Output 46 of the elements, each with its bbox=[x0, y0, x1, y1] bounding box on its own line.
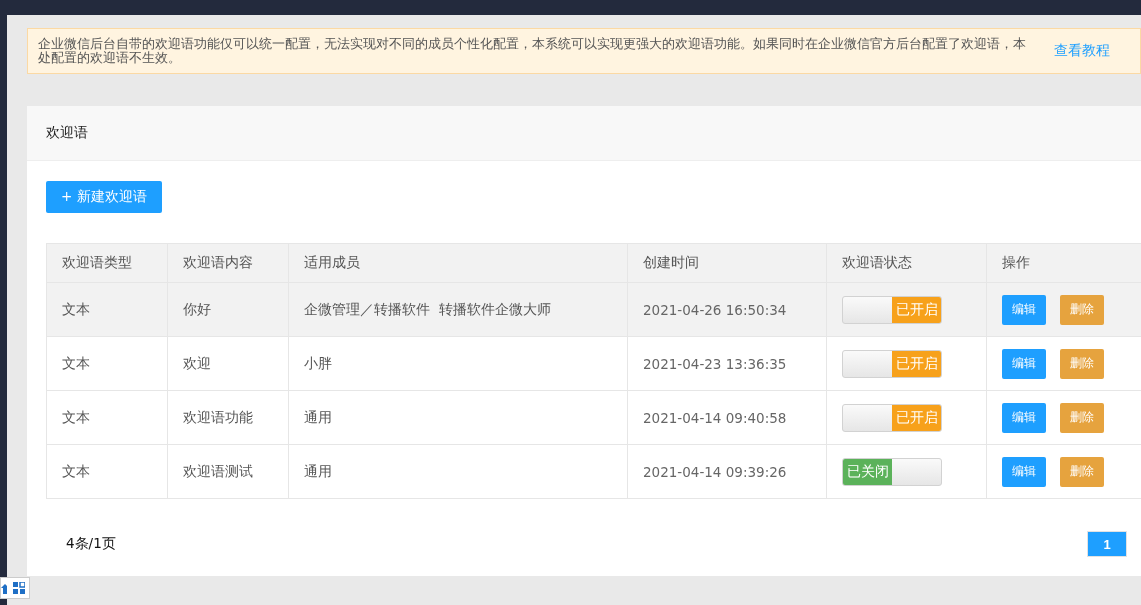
card-title: 欢迎语 bbox=[46, 124, 88, 142]
table-cell: 2021-04-23 13:36:35 bbox=[643, 355, 787, 372]
delete-button[interactable]: 删除 bbox=[1060, 348, 1104, 379]
table-cell: 你好 bbox=[183, 300, 211, 317]
page-button[interactable]: 1 bbox=[1087, 531, 1127, 557]
new-greeting-button[interactable]: + 新建欢迎语 bbox=[46, 181, 162, 213]
edit-button[interactable]: 编辑 bbox=[1002, 402, 1046, 433]
table-row[interactable]: 文本 欢迎 小胖 2021-04-23 13:36:35 已开启 编辑 删除 bbox=[46, 336, 1141, 391]
edit-button[interactable]: 编辑 bbox=[1002, 456, 1046, 487]
table-cell: 通用 bbox=[304, 462, 332, 479]
grid-icon[interactable] bbox=[13, 582, 25, 594]
table-cell: 文本 bbox=[62, 354, 90, 371]
table-row[interactable]: 文本 欢迎语测试 通用 2021-04-14 09:39:26 已关闭 编辑 删除 bbox=[46, 444, 1141, 499]
table-row[interactable]: 文本 欢迎语功能 通用 2021-04-14 09:40:58 已开启 编辑 删除 bbox=[46, 390, 1141, 445]
delete-button[interactable]: 删除 bbox=[1060, 294, 1104, 325]
arrow-icon[interactable] bbox=[1, 582, 7, 594]
delete-button[interactable]: 删除 bbox=[1060, 456, 1104, 487]
edit-button[interactable]: 编辑 bbox=[1002, 294, 1046, 325]
edit-button[interactable]: 编辑 bbox=[1002, 348, 1046, 379]
status-toggle[interactable]: 已关闭 bbox=[842, 457, 942, 486]
table-cell: 小胖 bbox=[304, 354, 332, 371]
column-header: 欢迎语类型 bbox=[46, 243, 168, 283]
table-cell: 文本 bbox=[62, 408, 90, 425]
table-cell: 2021-04-14 09:39:26 bbox=[643, 463, 787, 480]
table-row[interactable]: 文本 你好 企微管理／转播软件 转播软件企微大师 2021-04-26 16:50:34 已开启 编辑 删除 bbox=[46, 282, 1141, 337]
column-header: 创建时间 bbox=[627, 243, 827, 283]
table-cell: 欢迎语测试 bbox=[183, 462, 253, 479]
column-header: 适用成员 bbox=[288, 243, 628, 283]
column-header: 操作 bbox=[986, 243, 1141, 283]
page-summary: 4条/1页 bbox=[66, 535, 116, 553]
notice-text: 企业微信后台自带的欢迎语功能仅可以统一配置，无法实现对不同的成员个性化配置，本系统可以实现更强大的欢迎语功能。如果同时在企业微信官方后台配置了欢迎语，本处配置的欢迎语不生效。 bbox=[38, 37, 1027, 65]
table-cell: 2021-04-26 16:50:34 bbox=[643, 301, 787, 318]
table-cell: 通用 bbox=[304, 408, 332, 425]
status-toggle[interactable]: 已开启 bbox=[842, 295, 942, 324]
column-header: 欢迎语内容 bbox=[167, 243, 289, 283]
column-header: 欢迎语状态 bbox=[826, 243, 987, 283]
status-toggle[interactable]: 已开启 bbox=[842, 403, 942, 432]
table-cell: 文本 bbox=[62, 462, 90, 479]
table-cell: 欢迎语功能 bbox=[183, 408, 253, 425]
delete-button[interactable]: 删除 bbox=[1060, 402, 1104, 433]
tutorial-link[interactable]: 查看教程 bbox=[1054, 42, 1110, 60]
table-cell: 企微管理／转播软件 转播软件企微大师 bbox=[304, 300, 551, 317]
status-toggle[interactable]: 已开启 bbox=[842, 349, 942, 378]
table-cell: 欢迎 bbox=[183, 354, 211, 371]
table-cell: 文本 bbox=[62, 300, 90, 317]
table-cell: 2021-04-14 09:40:58 bbox=[643, 409, 787, 426]
